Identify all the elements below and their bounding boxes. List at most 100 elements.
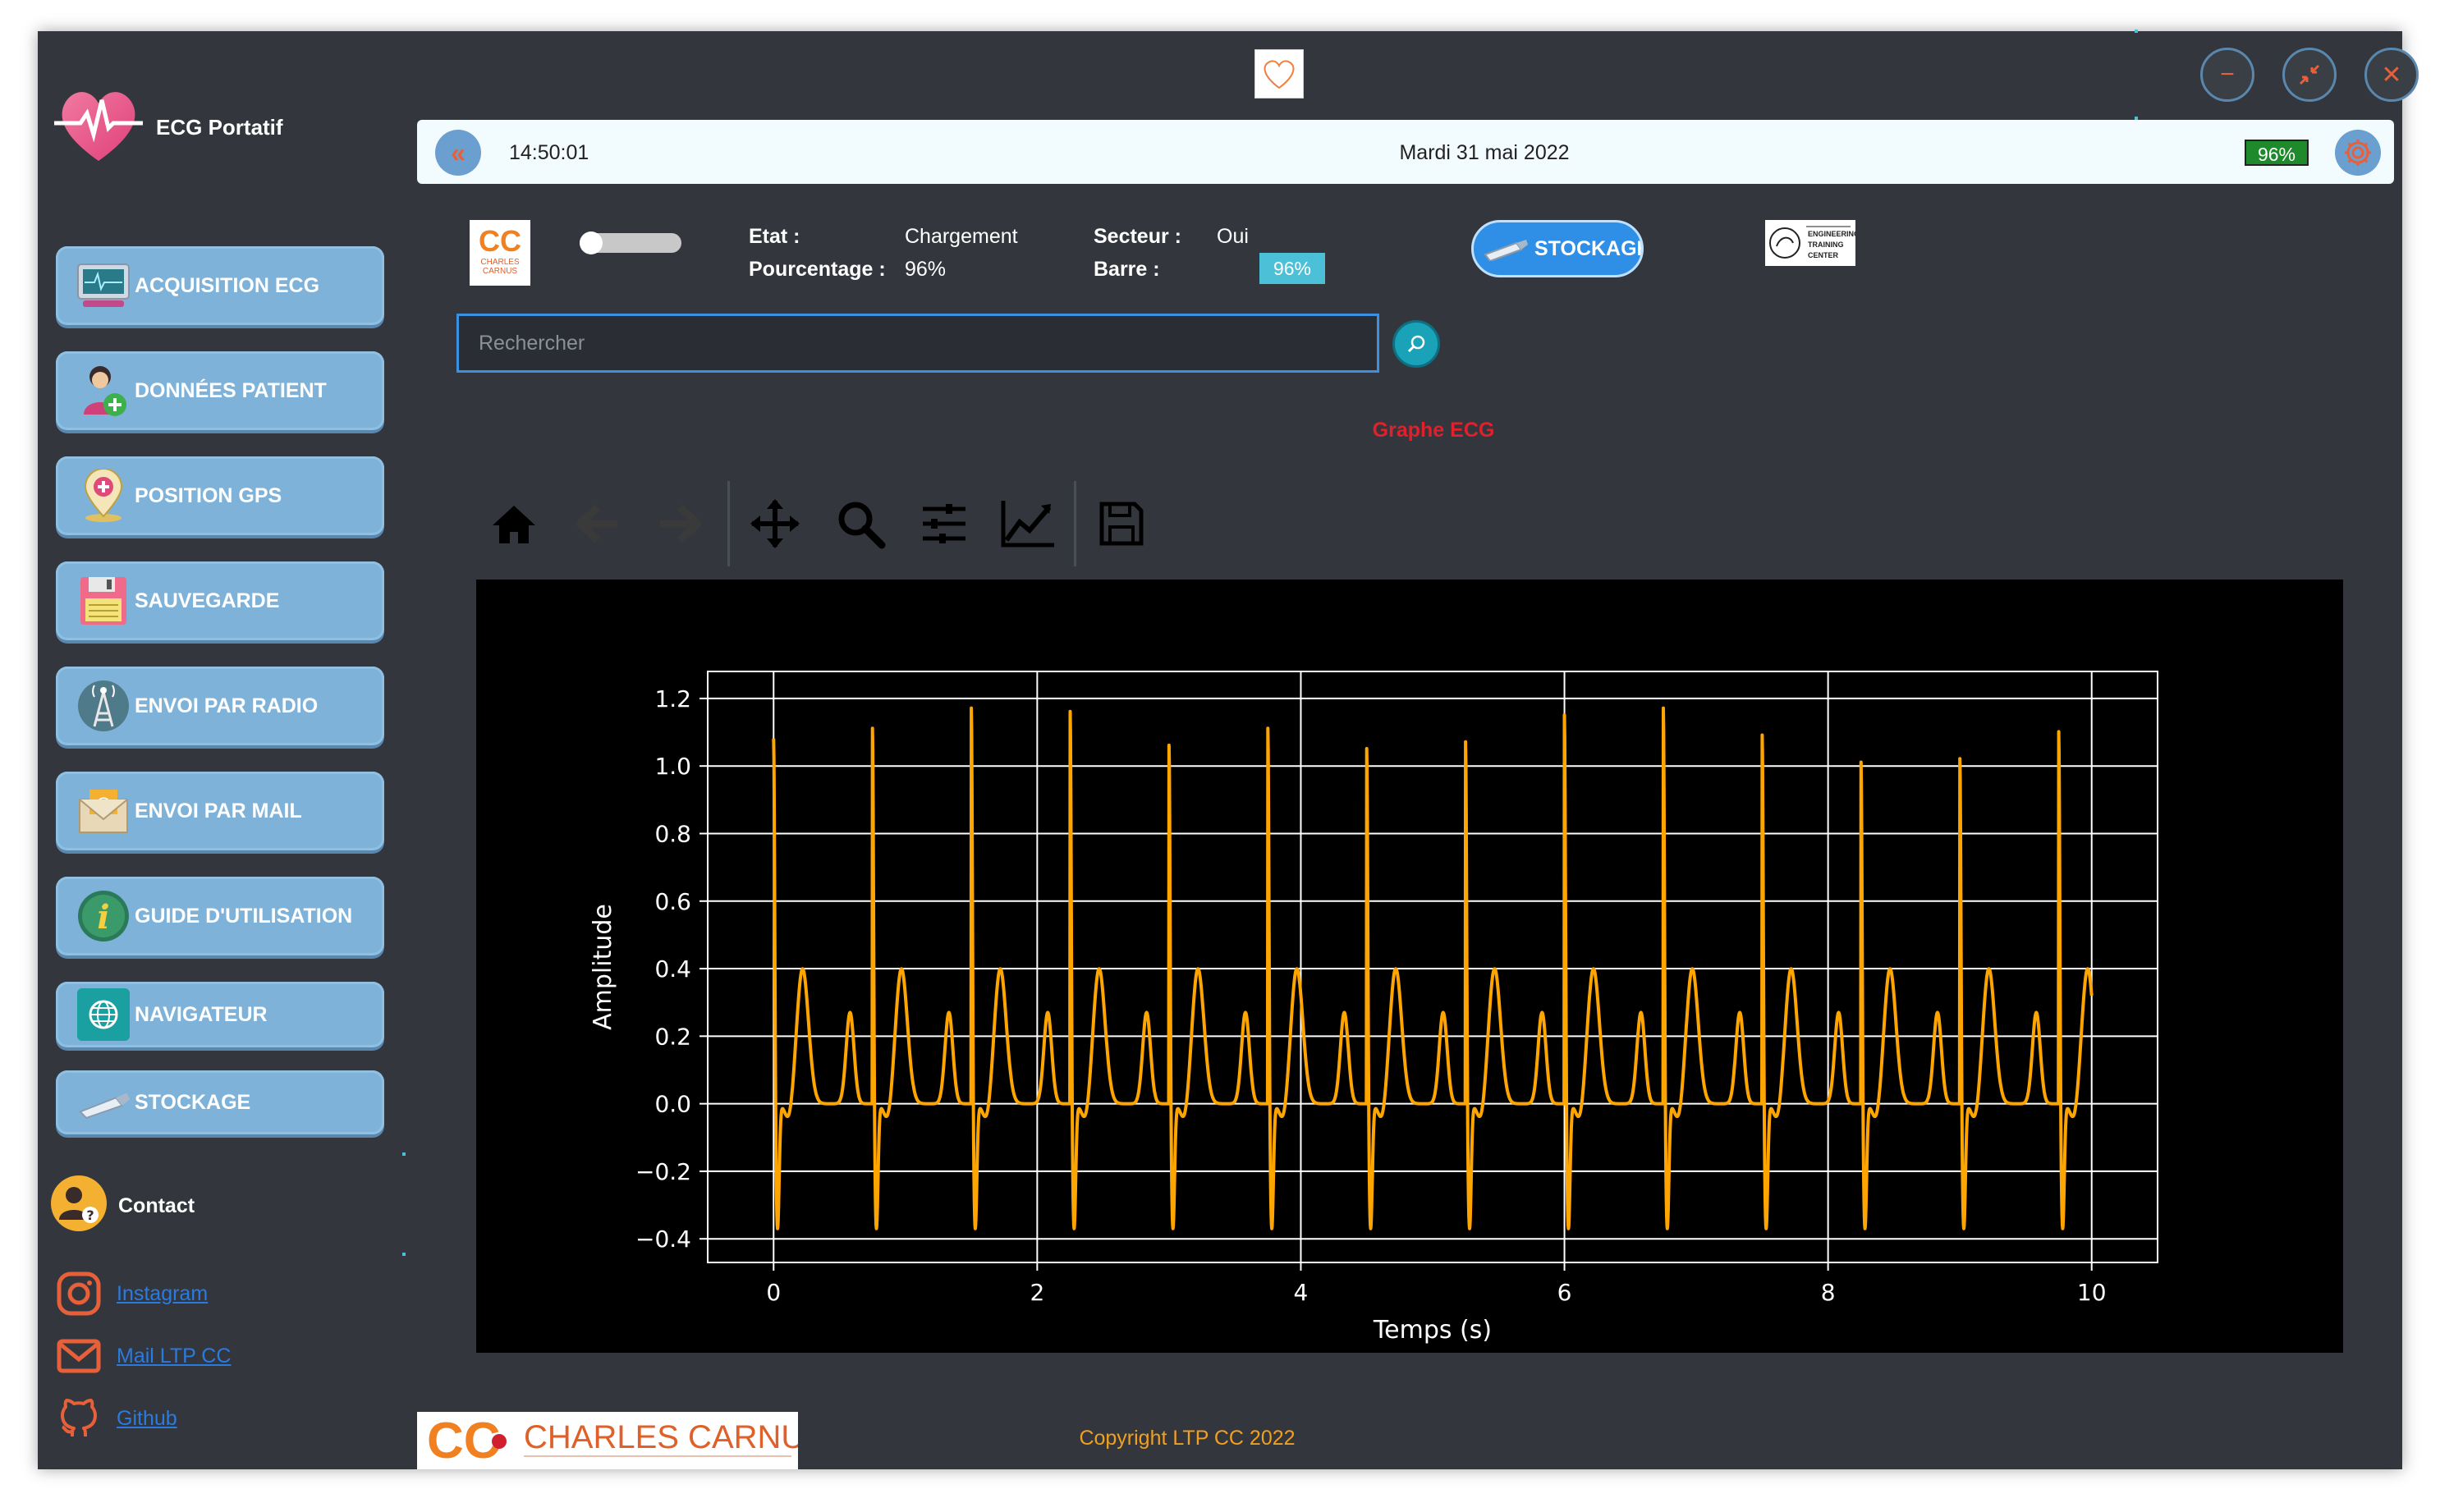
app-window: − ✕ ECG Portatif ACQUISITION ECG DONNÉES… — [38, 30, 2419, 1469]
copyright: Copyright LTP CC 2022 — [1079, 1427, 1296, 1450]
ecg-plot[interactable]: 0 2 4 6 8 10 −0.4 −0.2 0.0 0.2 0.4 0.6 0.8 1.0 1.2 Temp… — [476, 580, 2343, 1353]
toolbar-separator — [727, 481, 730, 566]
stockage-button-label: STOCKAGE — [1534, 236, 1644, 260]
toolbar-home-button[interactable] — [481, 491, 547, 557]
minimize-button[interactable]: − — [2200, 48, 2254, 102]
usb-drive-icon — [76, 1074, 131, 1130]
settings-button[interactable] — [2335, 130, 2381, 176]
nav-label: STOCKAGE — [135, 1090, 251, 1114]
decor-dot — [402, 1253, 406, 1256]
toolbar-pan-button[interactable] — [742, 491, 808, 557]
x-tick-label: 4 — [1294, 1279, 1309, 1306]
stockage-button[interactable]: STOCKAGE — [1471, 220, 1644, 277]
clock: 14:50:01 — [509, 141, 589, 164]
decor-dot — [2135, 117, 2138, 120]
collapse-sidebar-button[interactable]: « — [435, 130, 481, 176]
nav-donnees-patient[interactable]: DONNÉES PATIENT — [56, 351, 384, 430]
collapse-icon — [2299, 64, 2320, 85]
plot-area — [707, 671, 2158, 1263]
toolbar-save-button[interactable] — [1089, 491, 1154, 557]
nav-label: ENVOI PAR RADIO — [135, 694, 319, 717]
mail-link-row[interactable]: Mail LTP CC — [56, 1333, 231, 1379]
y-tick-label: 0.2 — [654, 1023, 691, 1050]
toolbar-edit-axis-button[interactable] — [995, 491, 1061, 557]
restore-button[interactable] — [2282, 48, 2337, 102]
toolbar-forward-button[interactable] — [647, 491, 713, 557]
nav-guide-utilisation[interactable]: i GUIDE D'UTILISATION — [56, 877, 384, 955]
close-icon: ✕ — [2381, 61, 2402, 89]
floppy-disk-icon — [76, 573, 131, 629]
edit-axis-icon — [1001, 501, 1054, 548]
search-icon — [1407, 335, 1425, 353]
instagram-link-row[interactable]: Instagram — [56, 1271, 208, 1317]
nav-label: POSITION GPS — [135, 483, 282, 507]
contact-section: ? Contact — [49, 1174, 195, 1239]
svg-text:i: i — [97, 898, 109, 937]
toolbar-subplots-button[interactable] — [911, 491, 977, 557]
nav-position-gps[interactable]: POSITION GPS — [56, 456, 384, 535]
forward-arrow-icon — [660, 504, 702, 543]
y-tick-label: 0.6 — [654, 888, 691, 915]
search-button[interactable] — [1392, 320, 1440, 368]
charles-carnus-small-logo: CC CHARLES CARNUS — [470, 220, 530, 286]
x-tick-label: 10 — [2077, 1279, 2107, 1306]
nav-label: GUIDE D'UTILISATION — [135, 904, 353, 928]
mail-envelope-icon: @ — [76, 783, 131, 839]
toolbar-separator — [1074, 481, 1076, 566]
y-axis-label: Amplitude — [589, 904, 617, 1030]
x-tick-label: 6 — [1557, 1279, 1572, 1306]
github-icon — [61, 1399, 97, 1437]
secteur-label: Secteur : — [1094, 225, 1181, 248]
instagram-link[interactable]: Instagram — [117, 1282, 208, 1306]
instagram-icon — [57, 1271, 101, 1316]
svg-text:CC: CC — [479, 224, 521, 258]
svg-text:CARNUS: CARNUS — [483, 267, 518, 276]
toggle-knob — [580, 231, 603, 254]
nav-stockage[interactable]: STOCKAGE — [56, 1070, 384, 1134]
close-button[interactable]: ✕ — [2364, 48, 2419, 102]
radio-tower-icon — [76, 678, 131, 734]
y-tick-label: 1.0 — [654, 753, 691, 780]
mail-link[interactable]: Mail LTP CC — [117, 1345, 231, 1368]
save-icon — [1099, 502, 1144, 546]
svg-text:?: ? — [86, 1207, 94, 1223]
status-bar: « 14:50:01 Mardi 31 mai 2022 96% — [417, 120, 2394, 184]
barre-progress: 96% — [1259, 253, 1325, 284]
nav-navigateur[interactable]: NAVIGATEUR — [56, 982, 384, 1047]
github-link-row[interactable]: Github — [56, 1395, 177, 1441]
svg-text:CHARLES: CHARLES — [480, 258, 520, 267]
double-chevron-left-icon: « — [451, 137, 466, 167]
y-tick-label: −0.2 — [635, 1158, 691, 1185]
nav-acquisition-ecg[interactable]: ACQUISITION ECG — [56, 246, 384, 325]
toolbar-back-button[interactable] — [565, 491, 631, 557]
globe-icon — [76, 987, 131, 1042]
nav-sauvegarde[interactable]: SAUVEGARDE — [56, 561, 384, 640]
mail-icon — [57, 1339, 101, 1373]
home-icon — [493, 506, 535, 543]
configure-subplots-icon — [923, 504, 965, 543]
date: Mardi 31 mai 2022 — [1399, 141, 1570, 164]
y-tick-label: 0.8 — [654, 820, 691, 847]
ecg-monitor-icon — [76, 258, 131, 314]
gps-pin-icon — [76, 468, 131, 524]
search-input[interactable] — [456, 314, 1379, 373]
nav-envoi-radio[interactable]: ENVOI PAR RADIO — [56, 667, 384, 745]
nav-label: ACQUISITION ECG — [135, 273, 320, 297]
y-tick-label: 0.0 — [654, 1091, 691, 1118]
github-link[interactable]: Github — [117, 1407, 177, 1431]
toolbar-zoom-button[interactable] — [828, 491, 893, 557]
y-tick-label: −0.4 — [635, 1226, 691, 1253]
secteur-value: Oui — [1217, 225, 1249, 248]
mode-toggle[interactable] — [580, 231, 681, 254]
patient-add-icon — [76, 363, 131, 419]
nav-label: NAVIGATEUR — [135, 1002, 268, 1026]
pourcentage-label: Pourcentage : — [749, 258, 886, 281]
ecg-chart-svg: 0 2 4 6 8 10 −0.4 −0.2 0.0 0.2 0.4 0.6 0.8 1.0 1.2 Temp… — [589, 671, 2158, 1345]
y-tick-label: 1.2 — [654, 685, 691, 712]
nav-envoi-mail[interactable]: @ ENVOI PAR MAIL — [56, 772, 384, 850]
ecg-heart-logo — [51, 80, 146, 166]
x-tick-label: 8 — [1821, 1279, 1836, 1306]
gear-icon — [2345, 140, 2371, 166]
pan-icon — [750, 499, 800, 548]
svg-text:ENGINEERING: ENGINEERING — [1808, 230, 1855, 238]
